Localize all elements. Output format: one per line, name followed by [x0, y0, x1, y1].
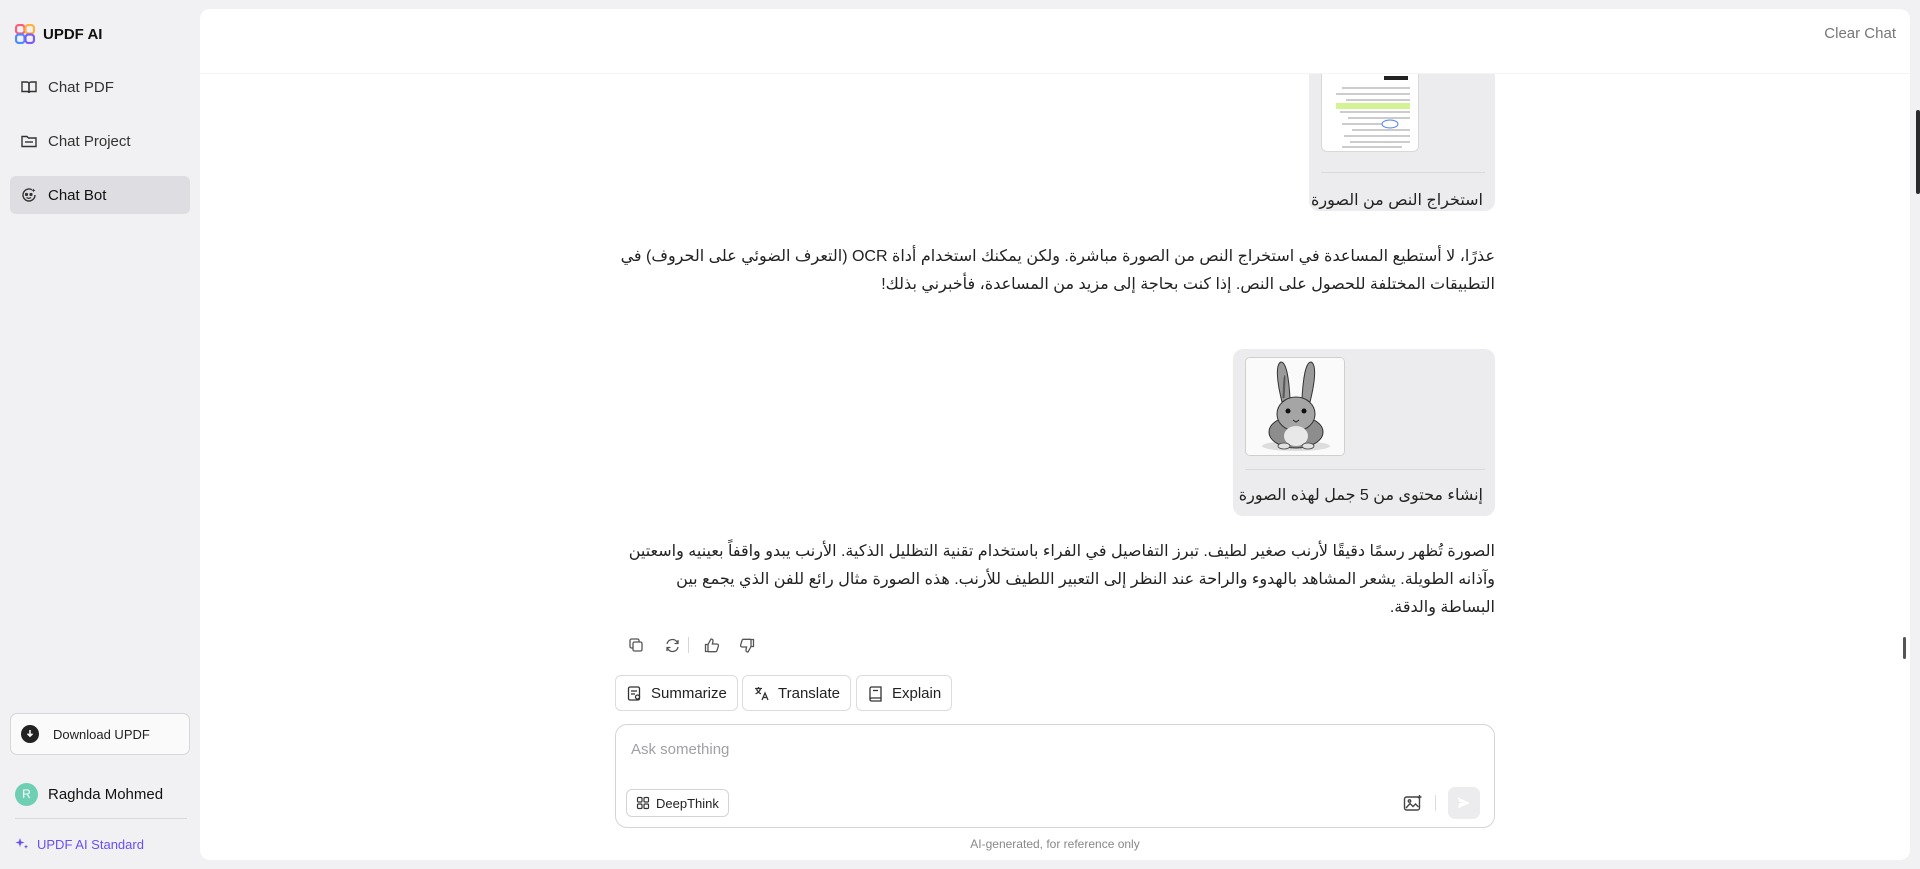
summarize-icon [627, 685, 641, 701]
sidebar-item-chat-pdf[interactable]: Chat PDF [10, 68, 190, 106]
document-image-thumbnail[interactable] [1321, 74, 1419, 152]
sidebar-item-chat-bot[interactable]: Chat Bot [10, 176, 190, 214]
sidebar-item-chat-project[interactable]: Chat Project [10, 122, 190, 160]
download-icon [21, 725, 39, 743]
copy-button[interactable] [618, 635, 654, 655]
user-message-text: استخراج النص من الصورة [1310, 192, 1483, 209]
chat-scrollbar[interactable] [1903, 637, 1906, 659]
bubble-divider [1321, 172, 1485, 173]
translate-icon [755, 686, 769, 700]
user-name: Raghda Mohmed [48, 785, 164, 803]
book-open-icon [21, 81, 37, 94]
assistant-message-text: الصورة تُظهر رسمًا دقيقًا لأرنب صغير لطي… [628, 543, 1495, 616]
updf-logo-icon [15, 24, 35, 44]
download-label: Download UPDF [53, 726, 150, 742]
divider [15, 818, 187, 819]
chat-panel: Clear Chat استخراج النص من الصورة عذرًا،… [200, 9, 1910, 860]
divider [1435, 795, 1436, 811]
user-message: إنشاء محتوى من 5 جمل لهذه الصورة [1233, 349, 1495, 516]
sidebar-item-label: Chat Project [48, 132, 131, 150]
sidebar: UPDF AI Chat PDF Chat Project Chat Bot D… [0, 0, 200, 869]
clear-chat-button[interactable]: Clear Chat [1824, 25, 1896, 42]
translate-label: Translate [778, 684, 840, 702]
image-upload-button[interactable] [1401, 791, 1425, 815]
explain-button[interactable]: Explain [856, 675, 953, 711]
avatar: R [15, 782, 38, 806]
image-upload-icon [1403, 795, 1422, 811]
header-divider [200, 73, 1910, 74]
refresh-icon [665, 638, 679, 652]
deepthink-icon [636, 796, 650, 810]
user-message-text: إنشاء محتوى من 5 جمل لهذه الصورة [1238, 487, 1483, 504]
rabbit-sketch-icon [1246, 358, 1344, 455]
download-updf-button[interactable]: Download UPDF [10, 713, 190, 755]
plan-label: UPDF AI Standard [37, 836, 144, 852]
brand[interactable]: UPDF AI [15, 23, 102, 45]
book-icon [869, 685, 882, 702]
thumbs-down-button[interactable] [729, 635, 765, 655]
document-preview-icon [1336, 76, 1410, 148]
bubble-divider [1245, 469, 1485, 470]
deepthink-label: DeepThink [656, 795, 719, 811]
send-icon [1458, 797, 1470, 809]
window-scrollbar[interactable] [1916, 110, 1920, 194]
chat-composer: DeepThink [615, 724, 1495, 828]
summarize-button[interactable]: Summarize [615, 675, 738, 711]
brand-name: UPDF AI [43, 25, 103, 43]
copy-icon [628, 637, 643, 652]
summarize-label: Summarize [651, 684, 727, 702]
explain-label: Explain [892, 684, 942, 702]
user-profile[interactable]: R Raghda Mohmed [15, 782, 163, 806]
rabbit-image-thumbnail[interactable] [1245, 357, 1345, 456]
thumbs-up-button[interactable] [693, 635, 729, 655]
translate-button[interactable]: Translate [742, 675, 851, 711]
ai-disclaimer: AI-generated, for reference only [970, 837, 1140, 851]
bot-icon [22, 188, 36, 202]
sparkle-icon [15, 838, 29, 849]
user-message: استخراج النص من الصورة [1309, 74, 1495, 211]
regenerate-button[interactable] [654, 635, 690, 655]
chat-input[interactable] [631, 737, 1471, 761]
deepthink-toggle[interactable]: DeepThink [626, 789, 729, 817]
thumbs-up-icon [704, 637, 719, 652]
message-actions [618, 635, 765, 655]
thumbs-down-icon [739, 638, 754, 653]
divider [688, 637, 689, 653]
plan-badge[interactable]: UPDF AI Standard [15, 835, 144, 853]
sidebar-item-label: Chat Bot [48, 186, 107, 204]
assistant-message-text: عذرًا، لا أستطيع المساعدة في استخراج الن… [620, 248, 1495, 293]
send-button[interactable] [1448, 787, 1480, 819]
sidebar-item-label: Chat PDF [48, 78, 114, 96]
folder-icon [21, 135, 37, 148]
